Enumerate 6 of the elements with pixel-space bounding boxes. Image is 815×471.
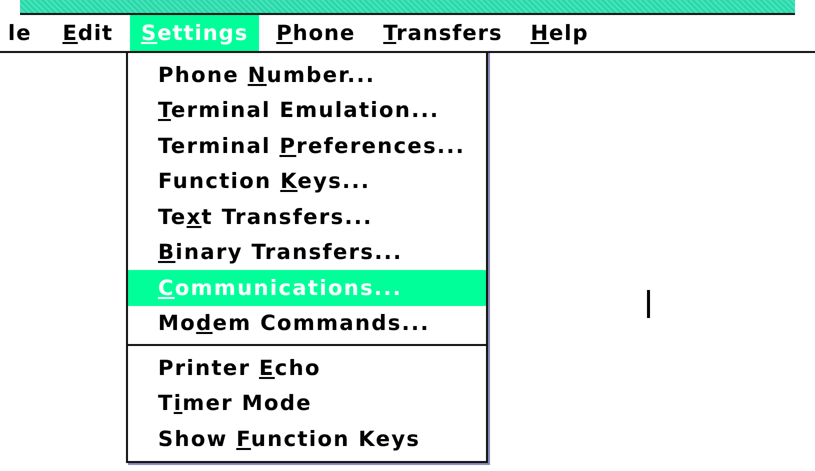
text-cursor-icon: [647, 290, 650, 318]
menu-bar-item[interactable]: Edit: [51, 15, 124, 51]
menu-bar-item[interactable]: Transfers: [372, 15, 514, 51]
menu-bar-item[interactable]: Help: [519, 15, 600, 51]
menu-bar-item[interactable]: Phone: [265, 15, 366, 51]
menu-bar-item[interactable]: le: [8, 15, 46, 51]
